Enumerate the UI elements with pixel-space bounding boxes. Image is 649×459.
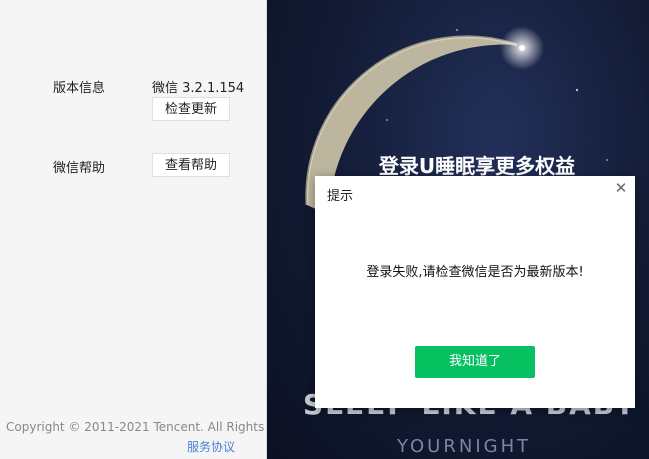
help-label: 微信帮助	[53, 161, 106, 176]
check-update-button[interactable]: 检查更新	[152, 97, 231, 121]
copyright-text: Copyright © 2011-2021 Tencent. All Right…	[6, 420, 267, 434]
login-failed-dialog: 提示 ✕ 登录失败,请检查微信是否为最新版本! 我知道了	[315, 176, 635, 408]
promo-headline: 登录U睡眠享更多权益	[378, 154, 576, 178]
service-agreement-link[interactable]: 服务协议	[187, 438, 235, 455]
dialog-title: 提示	[327, 189, 354, 204]
version-value: 微信 3.2.1.154	[152, 81, 245, 96]
brand-logo: YOURNIGHT	[397, 436, 532, 457]
settings-panel: 版本信息 微信 3.2.1.154 检查更新 微信帮助 查看帮助 Copyrig…	[0, 0, 267, 459]
view-help-button[interactable]: 查看帮助	[152, 153, 231, 177]
dialog-message: 登录失败,请检查微信是否为最新版本!	[366, 265, 584, 280]
close-icon[interactable]: ✕	[613, 180, 629, 196]
version-label: 版本信息	[53, 81, 106, 96]
ok-button[interactable]: 我知道了	[415, 346, 535, 378]
